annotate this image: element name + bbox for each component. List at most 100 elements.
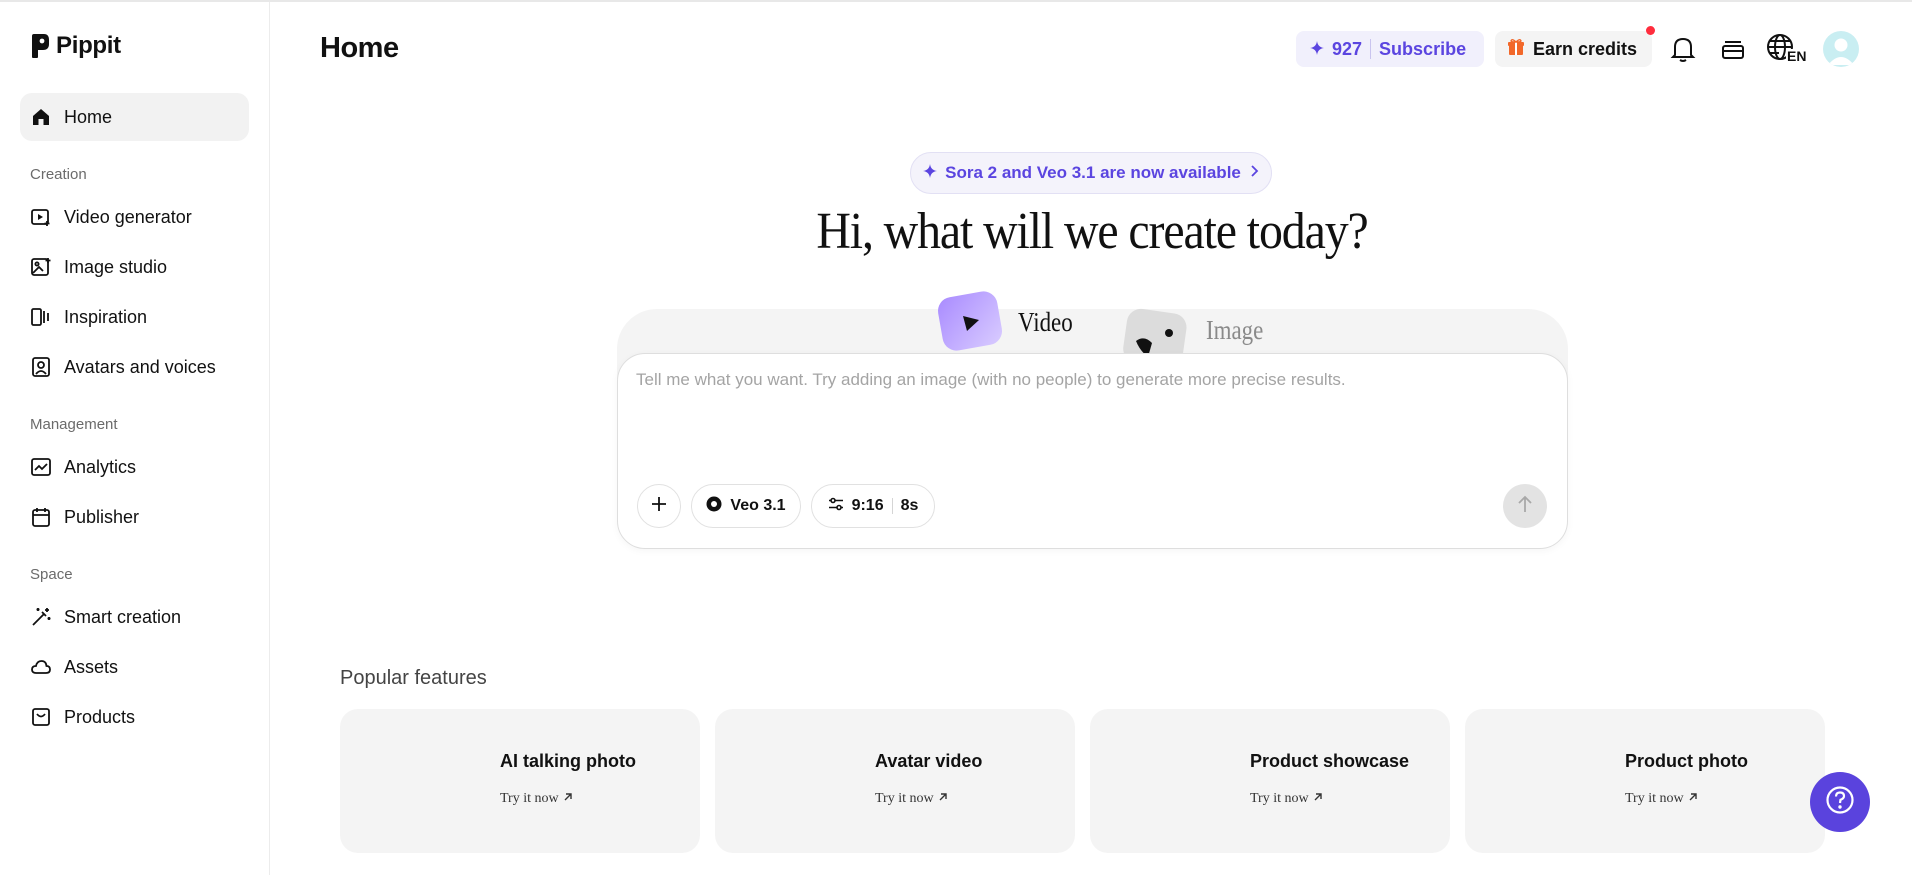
duration-value: 8s [900, 497, 919, 514]
bag-icon [30, 706, 52, 728]
sidebar-item-image-studio[interactable]: Image studio [20, 243, 249, 291]
feature-card-avatar-video[interactable]: Avatar video Try it now [715, 709, 1075, 853]
settings-sliders-icon [828, 496, 844, 517]
sidebar-item-label: Image studio [64, 256, 168, 277]
feature-card-title: Product photo [1625, 751, 1748, 771]
divider [1370, 39, 1372, 59]
prompt-input[interactable] [636, 370, 1536, 390]
hero-headline: Hi, what will we create today? [816, 203, 1368, 260]
sidebar: Pippit Home Creation Video generator Ima… [0, 2, 270, 875]
calendar-icon [30, 506, 52, 528]
sidebar-item-publisher[interactable]: Publisher [20, 493, 249, 541]
inbox-icon[interactable] [1717, 33, 1749, 65]
chevron-right-icon [1249, 163, 1259, 183]
arrow-up-right-icon [563, 791, 573, 807]
plus-icon [651, 496, 667, 517]
try-it-now-label: Try it now [500, 791, 559, 806]
pippit-logo-icon [32, 34, 49, 58]
tab-image[interactable]: Image [1122, 307, 1273, 353]
arrow-up-right-icon [938, 791, 948, 807]
sidebar-item-label: Products [64, 706, 136, 727]
avatar[interactable] [1823, 31, 1859, 67]
notification-dot [1646, 26, 1655, 35]
bell-icon[interactable] [1667, 33, 1699, 65]
sidebar-item-label: Smart creation [64, 606, 182, 627]
feature-card-ai-talking-photo[interactable]: AI talking photo Try it now [340, 709, 700, 853]
sidebar-item-avatars-and-voices[interactable]: Avatars and voices [20, 343, 249, 391]
tab-video[interactable]: Video [934, 286, 1082, 359]
gift-icon [1507, 38, 1525, 61]
sidebar-item-label: Inspiration [64, 306, 148, 327]
credits-subscribe-button[interactable]: 927 Subscribe [1296, 31, 1484, 67]
feature-card-title: AI talking photo [500, 751, 636, 771]
sidebar-item-label: Publisher [64, 506, 140, 527]
try-it-now-label: Try it now [1250, 791, 1309, 806]
earn-credits-label: Earn credits [1533, 38, 1638, 59]
page-title: Home [320, 32, 399, 64]
sidebar-item-video-generator[interactable]: Video generator [20, 193, 249, 241]
credits-count: 927 [1332, 38, 1363, 59]
tab-video-label: Video [1018, 307, 1073, 337]
feature-card-product-photo[interactable]: Product photo Try it now [1465, 709, 1825, 853]
try-it-now-label: Try it now [1625, 791, 1684, 806]
divider [891, 498, 893, 514]
model-select-button[interactable]: Veo 3.1 [691, 484, 801, 528]
prompt-composer: Veo 3.1 9:16 8s [617, 353, 1568, 549]
send-button[interactable] [1503, 484, 1547, 528]
help-button[interactable] [1810, 772, 1870, 832]
logo[interactable]: Pippit [30, 32, 121, 60]
announcement-banner[interactable]: Sora 2 and Veo 3.1 are now available [910, 152, 1272, 194]
veo-logo-icon [706, 496, 722, 517]
video-settings-button[interactable]: 9:16 8s [811, 484, 935, 528]
sidebar-item-home[interactable]: Home [20, 93, 249, 141]
section-label-creation: Creation [30, 166, 87, 183]
popular-features-heading: Popular features [340, 667, 487, 689]
sidebar-item-analytics[interactable]: Analytics [20, 443, 249, 491]
language-code: EN [1786, 48, 1808, 64]
feature-card-title: Product showcase [1250, 751, 1410, 771]
try-it-now-link[interactable]: Try it now [500, 791, 573, 807]
sidebar-item-label: Assets [64, 656, 119, 677]
sidebar-item-smart-creation[interactable]: Smart creation [20, 593, 249, 641]
section-label-space: Space [30, 566, 73, 583]
add-attachment-button[interactable] [637, 484, 681, 528]
video-generator-icon [30, 206, 52, 228]
sidebar-item-label: Video generator [64, 206, 192, 227]
subscribe-label: Subscribe [1379, 38, 1467, 59]
image-studio-icon [30, 256, 52, 278]
arrow-up-icon [1517, 495, 1533, 518]
avatar-voice-icon [30, 356, 52, 378]
section-label-management: Management [30, 416, 118, 433]
try-it-now-link[interactable]: Try it now [1250, 791, 1323, 807]
sidebar-item-label: Analytics [64, 456, 137, 477]
image-tab-icon [1122, 307, 1192, 353]
arrow-up-right-icon [1313, 791, 1323, 807]
arrow-up-right-icon [1688, 791, 1698, 807]
sidebar-item-inspiration[interactable]: Inspiration [20, 293, 249, 341]
sidebar-item-products[interactable]: Products [20, 693, 249, 741]
analytics-icon [30, 456, 52, 478]
try-it-now-label: Try it now [875, 791, 934, 806]
earn-credits-button[interactable]: Earn credits [1495, 31, 1652, 67]
sidebar-item-label: Avatars and voices [64, 356, 216, 377]
top-border [0, 0, 1912, 2]
feature-card-product-showcase[interactable]: Product showcase Try it now [1090, 709, 1450, 853]
sparkle-icon [1310, 39, 1324, 60]
tab-image-label: Image [1206, 314, 1264, 345]
sidebar-item-assets[interactable]: Assets [20, 643, 249, 691]
help-icon [1825, 785, 1855, 820]
cloud-icon [30, 656, 52, 678]
language-button[interactable]: EN [1766, 33, 1808, 65]
aspect-ratio-value: 9:16 [851, 497, 884, 514]
feature-card-title: Avatar video [875, 751, 983, 771]
try-it-now-link[interactable]: Try it now [1625, 791, 1698, 807]
brand-name: Pippit [56, 32, 121, 59]
magic-wand-icon [30, 606, 52, 628]
video-tab-icon [934, 286, 1008, 359]
try-it-now-link[interactable]: Try it now [875, 791, 948, 807]
sparkle-icon [923, 163, 938, 183]
inspiration-icon [30, 306, 52, 328]
announcement-text: Sora 2 and Veo 3.1 are now available [945, 163, 1241, 182]
model-name: Veo 3.1 [730, 497, 786, 514]
home-icon [30, 106, 52, 128]
